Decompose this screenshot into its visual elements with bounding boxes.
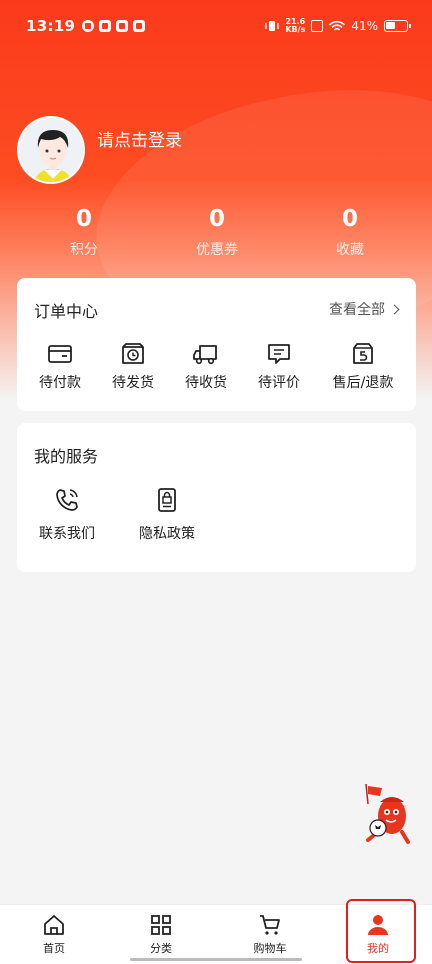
network-speed: 21.6 KB/s [285,18,305,34]
view-all-label: 查看全部 [329,302,385,318]
order-pending-payment-label: 待付款 [39,375,81,391]
mascot-illustration: ~ [365,783,410,844]
nav-home[interactable]: 首页 [24,913,84,956]
status-right: 21.6 KB/s 41% [265,18,411,34]
notification-icons [82,20,146,32]
grid-icon [151,915,171,935]
home-indicator[interactable] [130,958,302,961]
order-pending-review-label: 待评价 [258,375,300,391]
comment-icon [268,344,290,364]
user-stats: 0 积分 0 优惠券 0 收藏 [0,203,432,263]
return-box-icon [353,343,373,364]
cart-icon [260,915,280,935]
battery-icon [384,20,411,32]
wallet-icon [48,345,72,363]
stat-coupons[interactable]: 0 优惠券 [167,203,267,259]
home-icon [44,915,64,935]
sim-icon [311,20,324,32]
stat-points-value: 0 [75,206,92,232]
video-app-icon [99,20,112,32]
floating-mascot-button[interactable]: ~ [358,782,420,846]
check-circle-icon [82,20,95,32]
stat-points-label: 积分 [70,242,98,258]
order-pending-payment[interactable]: 待付款 [20,342,100,392]
status-bar: 13:19 21.6 KB/s 41% [0,0,432,52]
truck-icon [193,345,217,365]
svg-text:~: ~ [402,804,406,810]
my-services-title: 我的服务 [34,447,99,466]
order-after-sales[interactable]: 售后/退款 [323,342,403,392]
stat-favorites-label: 收藏 [336,242,364,258]
mail-icon [116,20,129,32]
stat-coupons-value: 0 [208,206,225,232]
order-pending-shipment-label: 待发货 [112,375,154,391]
order-pending-shipment[interactable]: 待发货 [93,342,173,392]
wifi-icon [329,20,346,31]
avatar[interactable] [17,116,85,184]
stat-points[interactable]: 0 积分 [34,203,134,259]
order-after-sales-label: 售后/退款 [332,375,394,391]
vibrate-icon [265,21,279,31]
order-pending-receipt-label: 待收货 [185,375,227,391]
package-clock-icon [122,343,144,364]
login-prompt[interactable]: 请点击登录 [97,126,182,151]
stat-favorites[interactable]: 0 收藏 [300,203,400,259]
phone-icon [56,489,78,511]
nav-cart-label: 购物车 [253,942,287,955]
my-services-card: 我的服务 联系我们 隐私政策 [17,423,416,572]
app-notification-icon [133,20,146,32]
nav-home-label: 首页 [43,942,65,955]
battery-percent: 41% [351,19,378,33]
order-center-title: 订单中心 [34,302,99,321]
nav-category[interactable]: 分类 [131,913,191,956]
service-privacy-policy-label: 隐私政策 [139,526,195,542]
nav-category-label: 分类 [150,942,172,955]
order-center-card: 订单中心 查看全部 待付款 待发货 待收货 待评价 售后/退款 [17,278,416,411]
status-time: 13:19 [26,17,76,35]
nav-cart[interactable]: 购物车 [240,913,300,956]
order-pending-review[interactable]: 待评价 [239,342,319,392]
view-all-orders-link[interactable]: 查看全部 [329,299,400,319]
service-privacy-policy[interactable]: 隐私政策 [122,487,212,543]
stat-coupons-label: 优惠券 [196,242,238,258]
net-speed-unit: KB/s [285,25,306,34]
stat-favorites-value: 0 [341,206,358,232]
order-pending-receipt[interactable]: 待收货 [166,342,246,392]
chevron-right-icon [389,304,400,314]
service-contact-us[interactable]: 联系我们 [22,487,112,543]
active-tab-highlight [346,899,416,963]
privacy-lock-icon [158,488,176,512]
service-contact-us-label: 联系我们 [39,526,95,542]
